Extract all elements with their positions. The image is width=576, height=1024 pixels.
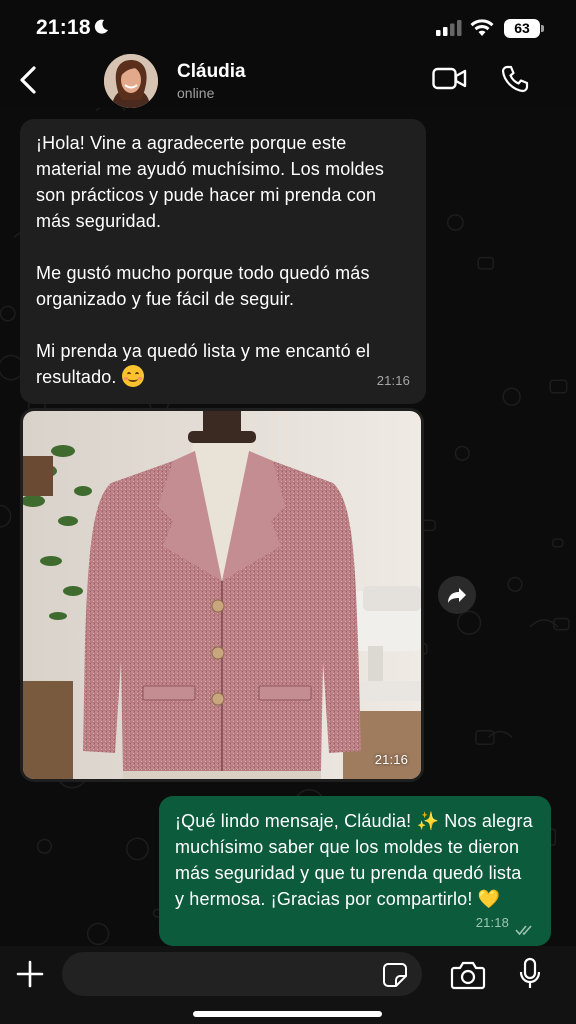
wallpaper-doodle bbox=[95, 108, 126, 112]
read-receipt-icon bbox=[515, 925, 532, 936]
back-arrow-icon[interactable] bbox=[14, 62, 46, 98]
message-paragraph: Me gustó mucho porque todo quedó más org… bbox=[36, 263, 370, 309]
microphone-icon[interactable] bbox=[518, 957, 542, 991]
wallpaper-doodle bbox=[502, 387, 521, 406]
battery-indicator: 63 bbox=[504, 19, 540, 38]
message-text: ¡Qué lindo mensaje, Cláudia! bbox=[175, 811, 412, 831]
plus-icon[interactable] bbox=[14, 958, 46, 990]
message-text: Mi prenda ya quedó lista y me encantó el… bbox=[36, 341, 371, 387]
message-input[interactable] bbox=[62, 952, 422, 996]
cellular-signal-icon bbox=[436, 20, 462, 36]
message-time: 21:18 bbox=[475, 915, 509, 930]
contact-status: online bbox=[177, 85, 215, 101]
wallpaper-doodle bbox=[126, 837, 149, 861]
wifi-icon bbox=[470, 19, 494, 36]
message-time: 21:16 bbox=[374, 752, 408, 767]
wallpaper-doodle bbox=[456, 610, 482, 635]
wallpaper-doodle bbox=[549, 379, 568, 394]
message-paragraph: Mi prenda ya quedó lista y me encantó el… bbox=[36, 338, 410, 390]
forward-button[interactable] bbox=[438, 576, 476, 614]
sticker-icon[interactable] bbox=[382, 962, 408, 988]
message-time: 21:16 bbox=[376, 373, 410, 388]
wallpaper-doodle bbox=[446, 214, 464, 231]
contact-avatar[interactable] bbox=[104, 54, 158, 108]
incoming-image-message[interactable]: 21:16 bbox=[20, 408, 424, 782]
contact-name[interactable]: Cláudia bbox=[177, 61, 246, 83]
smiling-face-icon bbox=[121, 365, 144, 387]
sparkles-icon: ✨ bbox=[416, 811, 440, 831]
moon-icon bbox=[94, 19, 108, 34]
battery-nub bbox=[541, 25, 544, 32]
incoming-message[interactable]: ¡Hola! Vine a agradecerte porque este ma… bbox=[20, 119, 426, 404]
wallpaper-doodle bbox=[0, 305, 16, 322]
wallpaper-doodle bbox=[507, 576, 523, 592]
blazer-photo[interactable] bbox=[23, 411, 421, 779]
forward-icon bbox=[448, 588, 466, 603]
message-paragraph: ¡Hola! Vine a agradecerte porque este ma… bbox=[36, 133, 384, 231]
phone-call-icon[interactable] bbox=[500, 64, 530, 94]
outgoing-message[interactable]: ¡Qué lindo mensaje, Cláudia! ✨ Nos alegr… bbox=[159, 796, 551, 946]
status-bar: 21:18 63 bbox=[0, 0, 576, 56]
wallpaper-doodle bbox=[488, 730, 513, 738]
wallpaper-doodle bbox=[553, 617, 570, 631]
wallpaper-doodle bbox=[36, 838, 53, 854]
wallpaper-doodle bbox=[86, 922, 110, 946]
wallpaper-doodle bbox=[477, 256, 495, 270]
yellow-heart-icon: 💛 bbox=[477, 889, 501, 909]
wallpaper-doodle bbox=[551, 538, 564, 548]
chat-header: Cláudia online bbox=[0, 50, 576, 108]
camera-icon[interactable] bbox=[450, 960, 486, 990]
wallpaper-doodle bbox=[0, 504, 12, 528]
status-time: 21:18 bbox=[36, 16, 91, 39]
video-call-icon[interactable] bbox=[432, 66, 468, 92]
wallpaper-doodle bbox=[454, 445, 470, 461]
home-indicator bbox=[193, 1011, 382, 1017]
wallpaper-doodle bbox=[475, 730, 495, 746]
